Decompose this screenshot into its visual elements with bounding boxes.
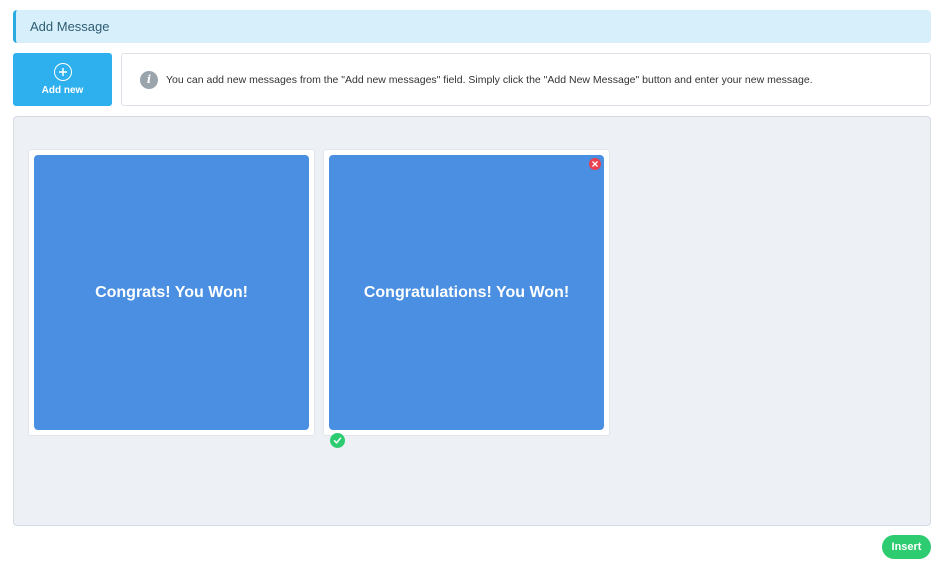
message-card[interactable]: Congrats! You Won! — [28, 149, 315, 436]
page-title: Add Message — [30, 19, 110, 34]
add-new-button[interactable]: Add new — [13, 53, 112, 106]
insert-button[interactable]: Insert — [882, 535, 931, 559]
add-new-label: Add new — [41, 85, 84, 96]
info-icon: i — [140, 70, 158, 89]
messages-area: Congrats! You Won! Congratulations! You … — [13, 116, 931, 526]
message-card-body: Congrats! You Won! — [34, 155, 309, 430]
plus-circle-icon — [53, 63, 72, 81]
message-card-body: Congratulations! You Won! — [329, 155, 604, 430]
page-title-bar: Add Message — [13, 10, 931, 43]
add-message-page: Add Message Add new i You can add new me… — [0, 0, 945, 576]
selected-check-icon — [330, 433, 345, 448]
message-card[interactable]: Congratulations! You Won! — [323, 149, 610, 436]
message-text: Congrats! You Won! — [95, 283, 248, 301]
info-text: You can add new messages from the "Add n… — [166, 73, 813, 86]
info-box: i You can add new messages from the "Add… — [121, 53, 931, 106]
delete-icon[interactable] — [589, 158, 601, 170]
message-text: Congratulations! You Won! — [363, 283, 570, 301]
